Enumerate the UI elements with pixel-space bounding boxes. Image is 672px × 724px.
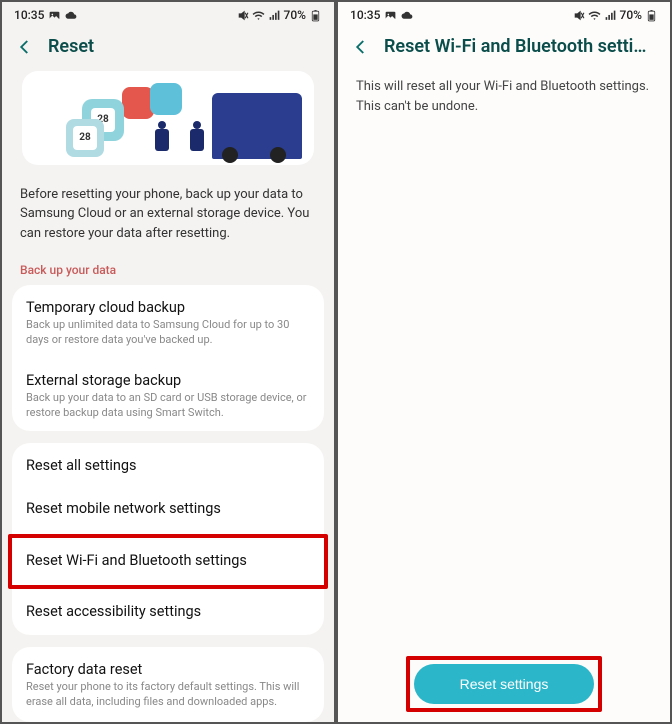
item-sub: Reset your phone to its factory default …	[26, 680, 310, 710]
bottom-bar: Reset settings	[338, 656, 670, 712]
instruction-text: Before resetting your phone, back up you…	[2, 165, 334, 248]
reset-accessibility-item[interactable]: Reset accessibility settings	[12, 589, 324, 635]
reset-card-2: Reset accessibility settings	[12, 589, 324, 635]
item-sub: Back up your data to an SD card or USB s…	[26, 391, 310, 421]
confirmation-text: This will reset all your Wi-Fi and Bluet…	[338, 71, 670, 122]
image-icon	[384, 9, 397, 22]
battery-icon	[309, 9, 322, 22]
signal-icon	[268, 9, 281, 22]
item-title: Reset accessibility settings	[26, 603, 310, 620]
header: Reset	[2, 26, 334, 71]
backup-card: Temporary cloud backup Back up unlimited…	[12, 285, 324, 431]
back-icon[interactable]	[16, 38, 34, 56]
temporary-cloud-backup-item[interactable]: Temporary cloud backup Back up unlimited…	[12, 285, 324, 362]
reset-wifi-bluetooth-highlight: Reset Wi-Fi and Bluetooth settings	[8, 534, 328, 589]
reset-wifi-bluetooth-item[interactable]: Reset Wi-Fi and Bluetooth settings	[12, 538, 324, 585]
status-battery: 70%	[284, 8, 306, 22]
item-title: Reset Wi-Fi and Bluetooth settings	[26, 552, 310, 569]
header: Reset Wi-Fi and Bluetooth settin...	[338, 26, 670, 71]
battery-icon	[645, 9, 658, 22]
reset-card: Reset all settings Reset mobile network …	[12, 443, 324, 535]
item-title: Reset mobile network settings	[26, 500, 310, 517]
back-icon[interactable]	[352, 38, 370, 56]
factory-reset-card: Factory data reset Reset your phone to i…	[12, 647, 324, 722]
cloud-icon	[65, 9, 78, 22]
item-sub: Back up unlimited data to Samsung Cloud …	[26, 318, 310, 348]
reset-button-highlight: Reset settings	[406, 656, 603, 712]
item-title: Factory data reset	[26, 661, 310, 678]
mute-icon	[236, 9, 249, 22]
reset-settings-button[interactable]: Reset settings	[414, 664, 595, 704]
image-icon	[48, 9, 61, 22]
page-title: Reset Wi-Fi and Bluetooth settin...	[384, 36, 656, 57]
mute-icon	[572, 9, 585, 22]
item-title: Temporary cloud backup	[26, 299, 310, 316]
screen-reset-wifi: 10:35 70% Reset Wi-Fi and Bluetooth sett…	[336, 0, 672, 724]
backup-section-header: Back up your data	[2, 247, 334, 285]
wifi-icon	[588, 9, 601, 22]
status-bar: 10:35 70%	[2, 2, 334, 26]
page-title: Reset	[48, 36, 94, 57]
hero-illustration: 28 28	[22, 71, 314, 165]
signal-icon	[604, 9, 617, 22]
wifi-icon	[252, 9, 265, 22]
status-bar: 10:35 70%	[338, 2, 670, 26]
factory-data-reset-item[interactable]: Factory data reset Reset your phone to i…	[12, 647, 324, 722]
status-battery: 70%	[620, 8, 642, 22]
status-time: 10:35	[14, 8, 44, 22]
screen-reset: 10:35 70% Reset 28 28 Before resetting y…	[0, 0, 336, 724]
cloud-icon	[401, 9, 414, 22]
external-storage-backup-item[interactable]: External storage backup Back up your dat…	[12, 362, 324, 431]
status-time: 10:35	[350, 8, 380, 22]
reset-mobile-network-item[interactable]: Reset mobile network settings	[12, 490, 324, 533]
reset-all-settings-item[interactable]: Reset all settings	[12, 443, 324, 490]
item-title: Reset all settings	[26, 457, 310, 474]
item-title: External storage backup	[26, 372, 310, 389]
